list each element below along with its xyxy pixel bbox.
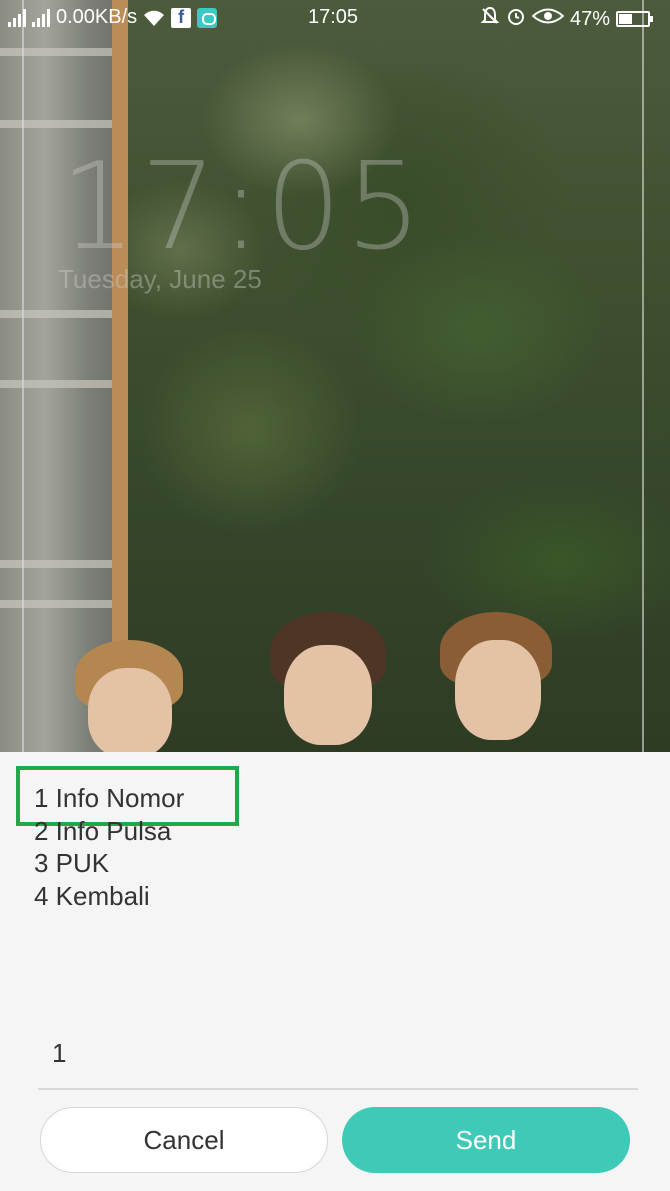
menu-item-kembali: 4 Kembali [34,880,150,911]
network-speed: 0.00KB/s [56,6,138,28]
wallpaper: 17:05 Tuesday, June 25 [0,0,670,752]
status-center: 17:05 [308,6,358,29]
cancel-button[interactable]: Cancel [40,1107,328,1173]
send-button[interactable]: Send [342,1107,630,1173]
person-face [284,645,372,745]
person-face [88,668,172,752]
lock-screen-date: Tuesday, June 25 [58,264,262,294]
menu-item-info-nomor: 1 Info Nomor [34,783,185,813]
lock-screen-clock: 17:05 [60,138,426,277]
status-right: 47% [480,6,654,32]
wifi-icon [143,9,165,27]
facebook-icon: f [171,7,192,28]
window-frame [0,0,128,752]
menu-item-info-pulsa: 2 Info Pulsa [34,815,172,846]
signal-icon [32,8,50,27]
ussd-menu: 1 Info Nomor 2 Info Pulsa 3 PUK 4 Kembal… [34,782,184,912]
eye-icon [531,7,565,31]
status-time: 17:05 [308,6,359,28]
status-left: 0.00KB/s f [8,6,218,29]
ussd-dialog: 1 Info Nomor 2 Info Pulsa 3 PUK 4 Kembal… [0,752,670,1191]
person-face [455,640,541,740]
wall-line-right [642,0,644,752]
signal-icon [8,8,26,27]
status-bar: 0.00KB/s f 17:05 47% [0,0,670,36]
battery-icon [616,11,654,27]
wall-line-left [22,0,24,752]
battery-percent: 47% [570,7,611,30]
reply-input[interactable]: 1 [52,1038,66,1069]
menu-item-puk: 3 PUK [34,848,110,878]
chat-app-icon [197,7,218,28]
alarm-off-icon [480,6,500,32]
alarm-icon [506,6,526,32]
input-underline [38,1088,638,1090]
